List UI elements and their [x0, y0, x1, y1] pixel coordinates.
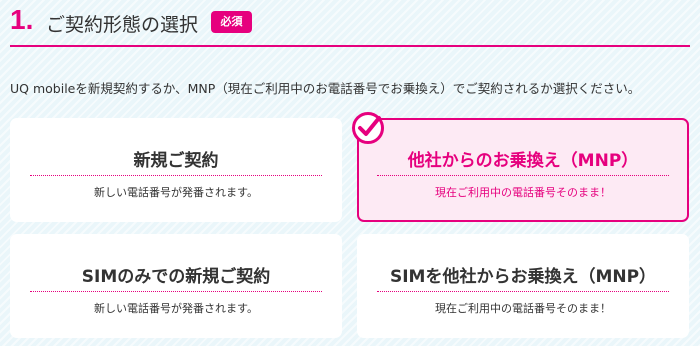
option-divider [30, 175, 322, 176]
option-new-contract[interactable]: 新規ご契約 新しい電話番号が発番されます。 [10, 118, 342, 222]
option-description: 現在ご利用中の電話番号そのまま！ [435, 302, 611, 315]
option-divider [377, 175, 669, 176]
option-mnp-transfer[interactable]: 他社からのお乗換え（MNP） 現在ご利用中の電話番号そのまま！ [352, 112, 689, 222]
option-description: 新しい電話番号が発番されます。 [94, 302, 258, 315]
check-circle-icon [352, 112, 384, 144]
required-badge: 必須 [211, 11, 252, 33]
option-title: 新規ご契約 [133, 151, 219, 171]
header-divider [10, 45, 690, 47]
section-title: ご契約形態の選択 [46, 14, 199, 36]
option-description: 現在ご利用中の電話番号そのまま！ [435, 186, 611, 199]
option-sim-only-new[interactable]: SIMのみでの新規ご契約 新しい電話番号が発番されます。 [10, 234, 342, 338]
intro-text: UQ mobileを新規契約するか、MNP（現在ご利用中のお電話番号でお乗換え）… [10, 81, 641, 96]
option-sim-mnp-transfer[interactable]: SIMを他社からお乗換え（MNP） 現在ご利用中の電話番号そのまま！ [357, 234, 689, 338]
option-divider [30, 291, 322, 292]
option-title: 他社からのお乗換え（MNP） [407, 151, 639, 171]
option-divider [377, 291, 669, 292]
option-title: SIMを他社からお乗換え（MNP） [389, 267, 657, 287]
step-number: 1. [10, 4, 34, 35]
option-description: 新しい電話番号が発番されます。 [94, 186, 258, 199]
section-header: 1. ご契約形態の選択 必須 [0, 0, 700, 48]
option-title: SIMのみでの新規ご契約 [81, 267, 271, 287]
